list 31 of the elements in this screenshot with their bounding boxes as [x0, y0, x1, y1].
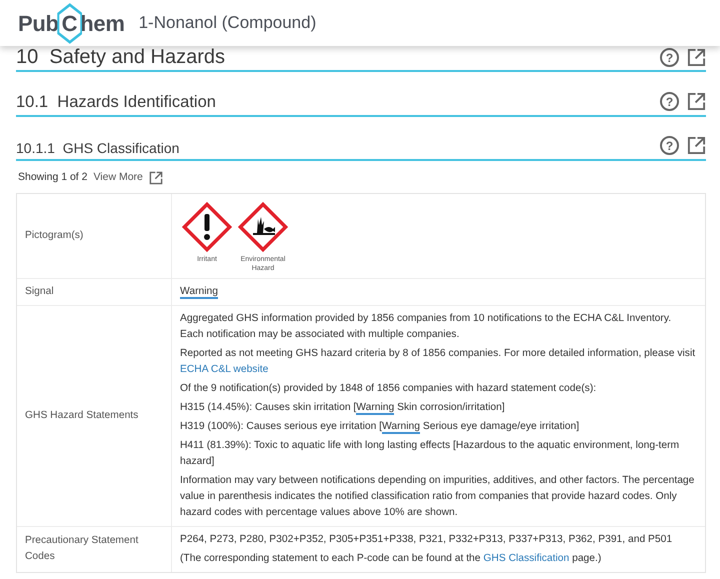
external-link-icon[interactable]	[687, 48, 706, 67]
paragraph: H319 (100%): Causes serious eye irritation [Warning Serious eye damage/eye irritation]	[180, 420, 580, 435]
results-count: Showing 1 of 2	[18, 170, 88, 185]
paragraph: H315 (14.45%): Causes skin irritation [Warning Skin corrosion/irritation]	[180, 400, 506, 416]
paragraph: Reported as not meeting GHS hazard criteria by 8 of 1856 companies. For more detailed information, please visit ECHA C&L website	[180, 346, 696, 377]
external-link-icon[interactable]	[148, 170, 163, 185]
external-link-icon[interactable]	[687, 92, 706, 111]
help-button[interactable]: ?	[660, 136, 679, 155]
page-title: 1-Nonanol (Compound)	[138, 12, 316, 34]
row-label: GHS Hazard Statements	[17, 306, 172, 526]
link[interactable]: ECHA C&L website	[180, 364, 268, 375]
signal-word-link[interactable]: Warning	[356, 402, 394, 415]
row-label: Signal	[17, 278, 172, 305]
view-more-link[interactable]: View More	[93, 170, 143, 186]
signal-word-link[interactable]: Warning	[382, 420, 420, 434]
paragraph: Of the 9 notification(s) provided by 1848 of 1856 companies with hazard statement code(s):	[180, 382, 598, 396]
subsection-heading: 10.1.1 GHS Classification	[16, 140, 180, 157]
help-button[interactable]: ?	[660, 92, 679, 111]
external-link-icon[interactable]	[687, 136, 706, 155]
signal-word-link[interactable]: Warning	[180, 286, 218, 299]
help-button[interactable]: ?	[660, 48, 679, 67]
paragraph: Aggregated GHS information provided by 1856 companies from 10 notifications to the ECHA C&L Inventory. Each notification may be associated with multiple companies.	[180, 312, 672, 342]
paragraph: (The corresponding statement to each P-code can be found at the GHS Classification page.)	[180, 552, 602, 566]
paragraph: P264, P273, P280, P302+P352, P305+P351+P338, P321, P332+P313, P337+P313, P362, P391, and P501	[180, 532, 674, 547]
row-label: Precautionary Statement Codes	[17, 526, 172, 572]
row-label: Pictogram(s)	[17, 194, 172, 278]
paragraph: H411 (81.39%): Toxic to aquatic life with long lasting effects [Hazardous to the aquatic environment, long-term hazard]	[180, 438, 680, 469]
link[interactable]: GHS Classification	[483, 552, 570, 564]
section-heading: 10 Safety and Hazards	[16, 45, 226, 69]
subsection-heading: 10.1 Hazards Identification	[16, 93, 216, 113]
paragraph: Information may vary between notifications depending on impurities, additives, and other factors. The percentage value in parenthesis indicates the notified classification ratio from companies that provide hazard codes. Only hazard codes with percentage values above 10% are shown.	[180, 474, 696, 520]
